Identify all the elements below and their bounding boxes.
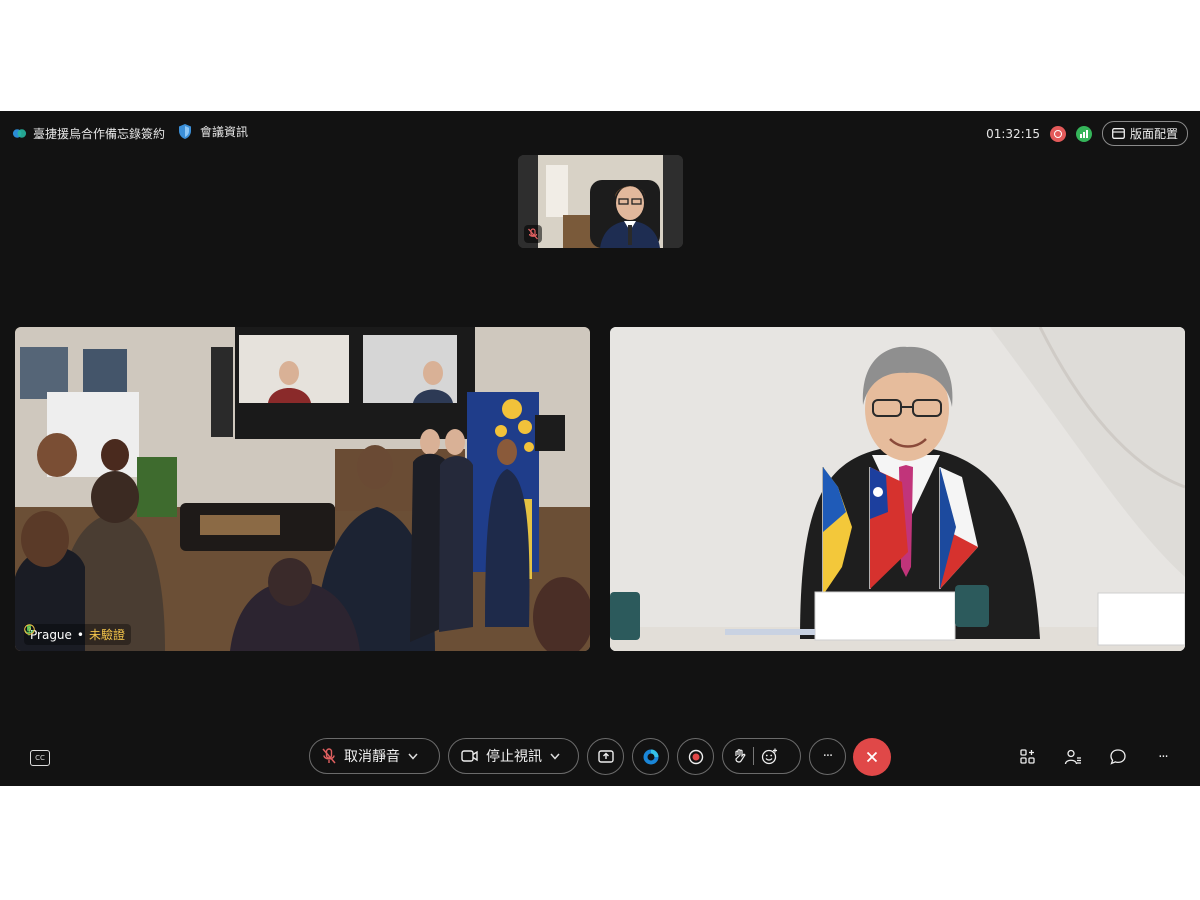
reaction-icon xyxy=(761,748,777,764)
reactions-button[interactable] xyxy=(722,738,801,774)
apps-button[interactable] xyxy=(1017,746,1039,768)
share-screen-button[interactable] xyxy=(587,738,624,775)
more-icon: ··· xyxy=(1158,749,1168,765)
more-options-button[interactable]: ··· xyxy=(809,738,846,775)
app-logo-icon xyxy=(12,129,27,138)
chevron-down-icon[interactable] xyxy=(408,753,418,760)
separator-dot: • xyxy=(76,627,84,642)
assistant-icon xyxy=(643,749,658,764)
video-tile-speaker[interactable] xyxy=(610,327,1185,651)
shield-icon xyxy=(179,124,191,139)
meeting-info-label: 會議資訊 xyxy=(200,125,249,139)
end-call-button[interactable] xyxy=(853,738,891,776)
assistant-button[interactable] xyxy=(632,738,669,775)
video-camera-icon xyxy=(461,750,478,762)
participants-button[interactable] xyxy=(1062,746,1084,768)
more-menu-button[interactable]: ··· xyxy=(1152,746,1174,768)
participant-thumbnail-video[interactable] xyxy=(518,155,683,248)
participant-location: Prague xyxy=(30,627,72,642)
layout-button[interactable]: 版面配置 xyxy=(1101,121,1188,146)
verify-status: 未驗證 xyxy=(89,628,126,642)
chat-icon xyxy=(1110,749,1126,765)
unmute-label: 取消靜音 xyxy=(344,749,400,765)
recording-indicator-icon[interactable] xyxy=(1049,125,1066,142)
chevron-down-icon[interactable] xyxy=(550,753,560,760)
thumbnail-muted-mic-icon xyxy=(524,225,542,243)
unmute-button[interactable]: 取消靜音 xyxy=(309,738,440,774)
layout-icon xyxy=(1112,128,1125,139)
top-right-status: 01:32:15 版面配置 xyxy=(986,121,1188,146)
participant-label: Prague • ? 未驗證 xyxy=(24,624,132,645)
chat-button[interactable] xyxy=(1107,746,1129,768)
meeting-timer: 01:32:15 xyxy=(986,126,1040,141)
record-icon xyxy=(688,749,703,764)
participants-icon xyxy=(1064,749,1081,765)
meeting-controls: 取消靜音 停止視訊 ··· ··· xyxy=(0,738,1200,778)
apps-icon xyxy=(1020,749,1035,764)
speaker-video xyxy=(610,327,1185,651)
top-bar: 臺捷援烏合作備忘錄簽約 會議資訊 01:32:15 版面配置 xyxy=(0,111,1200,155)
record-button[interactable] xyxy=(677,738,714,775)
layout-label: 版面配置 xyxy=(1129,127,1178,141)
muted-mic-icon xyxy=(322,748,336,764)
thumbnail-video-frame xyxy=(518,155,683,248)
meeting-title: 臺捷援烏合作備忘錄簽約 xyxy=(33,127,166,141)
meeting-title-area: 臺捷援烏合作備忘錄簽約 xyxy=(12,125,165,142)
share-screen-icon xyxy=(597,749,614,763)
network-health-icon[interactable] xyxy=(1075,125,1092,142)
meeting-info-button[interactable]: 會議資訊 xyxy=(177,123,248,140)
stop-video-label: 停止視訊 xyxy=(486,749,542,765)
end-call-icon xyxy=(866,751,878,763)
raise-hand-icon xyxy=(735,749,746,763)
prague-room-video xyxy=(15,327,590,651)
reactions-divider xyxy=(753,747,754,765)
video-tile-prague[interactable]: Prague • ? 未驗證 xyxy=(15,327,590,651)
stop-video-button[interactable]: 停止視訊 xyxy=(448,738,579,774)
more-icon: ··· xyxy=(822,749,833,764)
help-circle-icon[interactable]: ? xyxy=(24,624,35,635)
svg-text:?: ? xyxy=(28,626,32,634)
meeting-window: 臺捷援烏合作備忘錄簽約 會議資訊 01:32:15 版面配置 Prague • … xyxy=(0,111,1200,786)
